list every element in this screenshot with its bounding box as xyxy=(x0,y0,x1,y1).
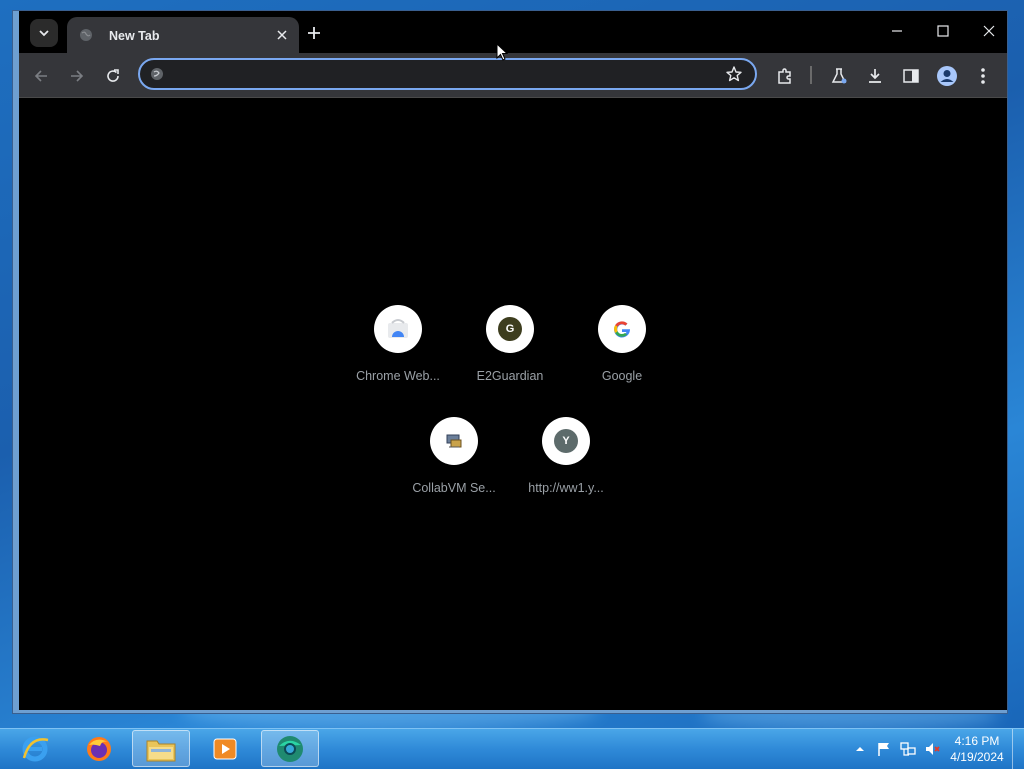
arrow-right-icon xyxy=(71,70,84,82)
taskbar-app-file-explorer[interactable] xyxy=(132,730,190,767)
action-center-tray[interactable] xyxy=(876,741,892,757)
labs-button[interactable] xyxy=(828,65,850,87)
shortcut-icon-container xyxy=(430,417,478,465)
avatar-icon xyxy=(937,66,957,86)
flag-icon xyxy=(878,743,889,756)
clock-time: 4:16 PM xyxy=(954,734,1000,748)
side-panel-button[interactable] xyxy=(900,65,922,87)
minimize-icon xyxy=(892,30,902,32)
internet-explorer-icon xyxy=(22,736,49,761)
taskbar-app-firefox[interactable] xyxy=(70,730,128,767)
file-explorer-icon xyxy=(146,740,176,761)
close-window-button[interactable] xyxy=(975,21,1003,41)
reload-button[interactable] xyxy=(102,65,124,87)
taskbar-app-internet-explorer[interactable] xyxy=(6,730,64,767)
shortcut-tile[interactable]: Google xyxy=(566,305,678,405)
chevron-down-icon xyxy=(39,30,49,37)
maximize-icon xyxy=(937,25,949,37)
media-player-icon xyxy=(213,738,237,759)
shortcut-tile[interactable]: Y http://ww1.y... xyxy=(510,417,622,517)
letter-y-icon: Y xyxy=(554,429,578,453)
chrome-web-store-icon xyxy=(388,319,408,338)
google-g-icon xyxy=(614,321,631,338)
shortcut-icon-container xyxy=(598,305,646,353)
reload-icon xyxy=(107,69,119,82)
shortcut-tile[interactable]: G E2Guardian xyxy=(454,305,566,405)
firefox-icon xyxy=(87,736,111,761)
globe-icon xyxy=(80,29,92,41)
new-tab-page: Chrome Web... G E2Guardian Google Collab… xyxy=(19,98,1007,710)
bookmark-star-icon[interactable] xyxy=(725,65,743,83)
profile-button[interactable] xyxy=(936,65,958,87)
shortcut-tile[interactable]: CollabVM Se... xyxy=(398,417,510,517)
tab-close-button[interactable] xyxy=(273,26,291,44)
close-icon xyxy=(277,30,287,40)
search-engine-icon xyxy=(151,68,163,80)
shortcut-tile[interactable]: Chrome Web... xyxy=(342,305,454,405)
forward-button[interactable] xyxy=(66,65,88,87)
taskbar-app-media-player[interactable] xyxy=(196,730,254,767)
shortcut-label: http://ww1.y... xyxy=(528,481,604,495)
side-panel-icon xyxy=(903,69,919,83)
arrow-left-icon xyxy=(34,70,47,82)
plus-icon xyxy=(308,27,320,39)
collabvm-icon xyxy=(446,434,462,448)
shortcut-label: Google xyxy=(601,369,643,383)
shortcut-icon-container: G xyxy=(486,305,534,353)
tab-title: New Tab xyxy=(109,29,160,43)
tab-search-button[interactable] xyxy=(30,19,58,47)
shortcut-label: E2Guardian xyxy=(476,369,544,383)
show-desktop-button[interactable] xyxy=(1012,729,1024,769)
toolbar-divider xyxy=(810,66,812,84)
mouse-cursor-icon xyxy=(496,43,508,61)
puzzle-icon xyxy=(778,68,791,84)
tab-new-tab[interactable]: New Tab xyxy=(67,17,299,53)
kebab-menu-icon xyxy=(981,68,985,84)
shortcut-icon-container: Y xyxy=(542,417,590,465)
clock-date: 4/19/2024 xyxy=(950,750,1004,764)
extensions-button[interactable] xyxy=(774,65,796,87)
caret-up-icon xyxy=(856,747,864,751)
tab-strip: New Tab xyxy=(19,11,1007,53)
shortcut-icon-container xyxy=(374,305,422,353)
menu-button[interactable] xyxy=(972,65,994,87)
address-bar[interactable] xyxy=(138,58,757,90)
network-tray[interactable] xyxy=(900,741,916,757)
maximize-button[interactable] xyxy=(929,21,957,41)
volume-muted-icon xyxy=(926,743,940,755)
new-tab-button[interactable] xyxy=(305,24,323,42)
show-hidden-icons-button[interactable] xyxy=(852,741,868,757)
back-button[interactable] xyxy=(30,65,52,87)
letter-g-icon: G xyxy=(498,317,522,341)
taskbar-app-chrome[interactable] xyxy=(261,730,319,767)
download-icon xyxy=(869,69,881,83)
browser-toolbar xyxy=(19,53,1007,98)
volume-tray[interactable] xyxy=(924,741,940,757)
close-icon xyxy=(983,25,995,37)
taskbar-clock[interactable]: 4:16 PM 4/19/2024 xyxy=(944,733,1010,765)
address-input[interactable] xyxy=(176,64,720,86)
shortcut-label: CollabVM Se... xyxy=(412,481,496,495)
flask-icon xyxy=(831,68,847,84)
chrome-icon xyxy=(277,735,303,762)
network-icon xyxy=(900,742,916,756)
shortcut-label: Chrome Web... xyxy=(356,369,440,383)
downloads-button[interactable] xyxy=(864,65,886,87)
taskbar: 4:16 PM 4/19/2024 xyxy=(0,728,1024,769)
browser-window: New Tab Chrome Web... G E2Guardian Googl… xyxy=(12,10,1008,714)
minimize-button[interactable] xyxy=(883,21,911,41)
